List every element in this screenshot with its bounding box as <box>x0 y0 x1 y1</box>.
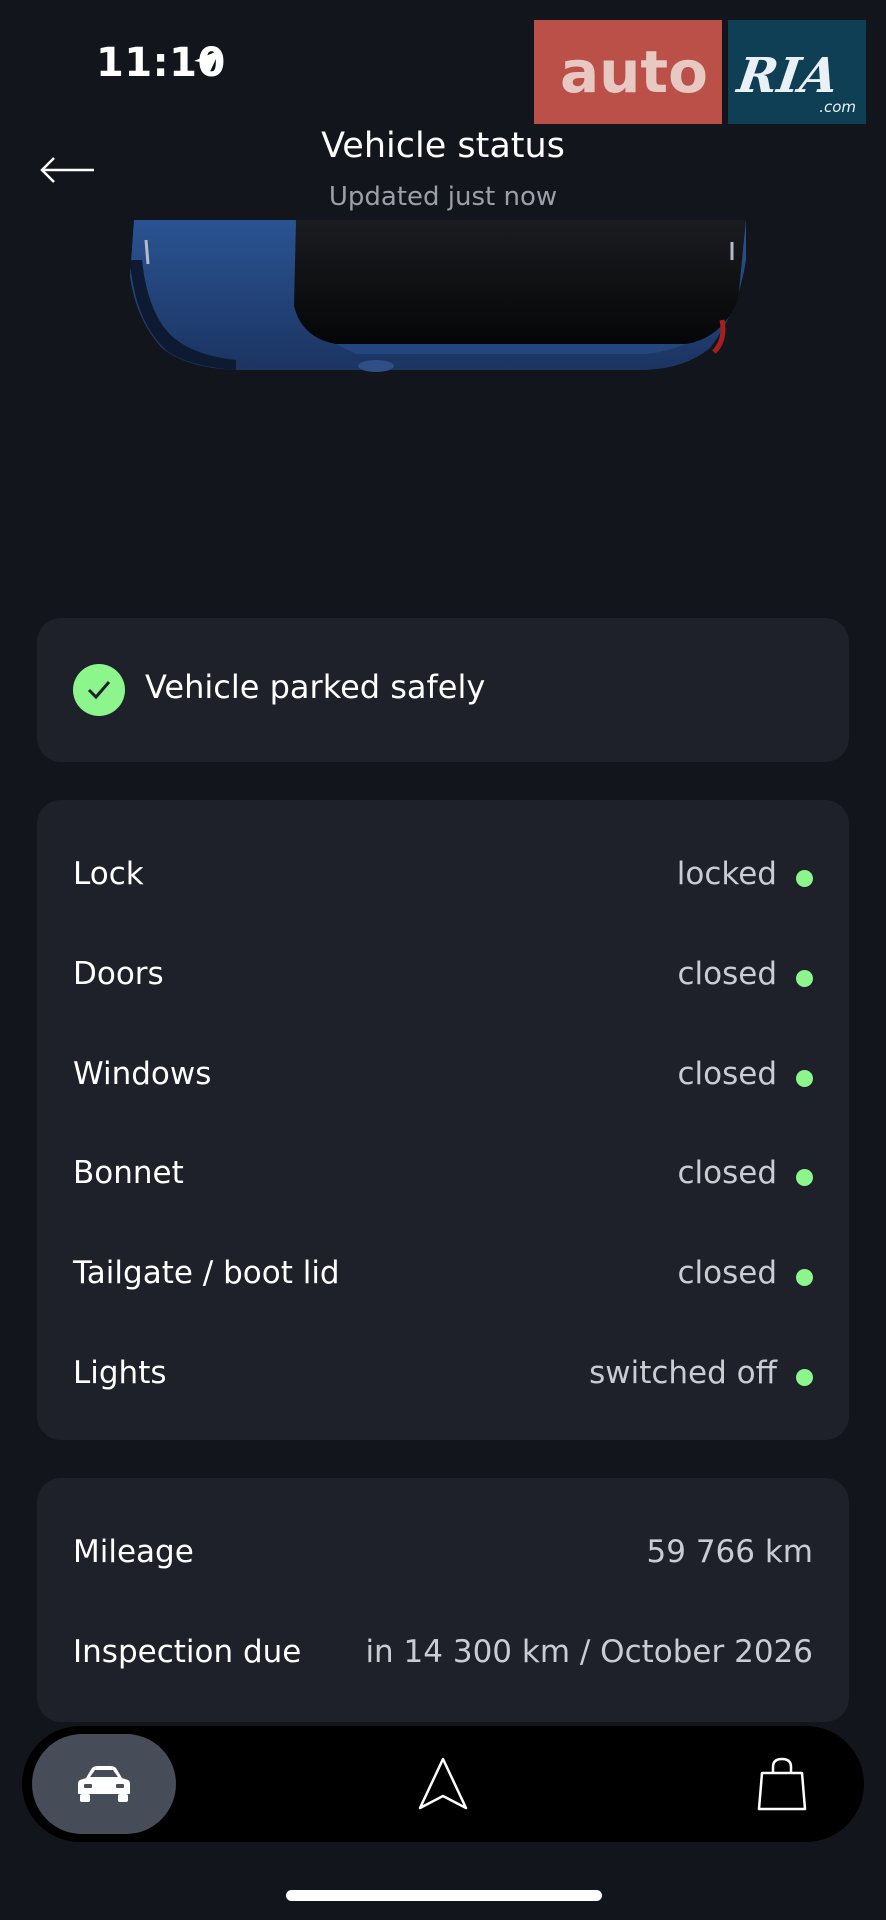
home-indicator[interactable] <box>286 1890 602 1901</box>
status-value: closed <box>677 1056 777 1092</box>
watermark-logo: auto RIA .com <box>534 20 866 124</box>
check-circle-icon <box>73 664 125 716</box>
status-ok-indicator <box>796 1369 813 1386</box>
status-row-windows: Windows closed <box>73 1046 813 1106</box>
status-label: Tailgate / boot lid <box>73 1255 340 1291</box>
status-ok-indicator <box>796 970 813 987</box>
parking-status-text: Vehicle parked safely <box>145 668 486 706</box>
page-title: Vehicle status <box>321 126 565 166</box>
page-subtitle: Updated just now <box>328 182 558 212</box>
status-ok-indicator <box>796 1070 813 1087</box>
info-value: 59 766 km <box>646 1534 813 1570</box>
shopping-bag-icon <box>757 1757 807 1811</box>
info-label: Mileage <box>73 1534 194 1570</box>
status-value: locked <box>676 856 777 892</box>
bottom-navigation <box>22 1726 864 1842</box>
info-row-inspection: Inspection due in 14 300 km / October 20… <box>73 1624 813 1684</box>
status-row-doors: Doors closed <box>73 946 813 1006</box>
status-label: Doors <box>73 956 164 992</box>
status-value: switched off <box>589 1355 777 1391</box>
watermark-domain: .com <box>819 98 856 116</box>
status-label: Bonnet <box>73 1155 184 1191</box>
vehicle-info-card: Mileage 59 766 km Inspection due in 14 3… <box>37 1478 849 1722</box>
watermark-ria: RIA .com <box>728 20 866 124</box>
watermark-ria-text: RIA <box>734 48 842 104</box>
status-row-bonnet: Bonnet closed <box>73 1145 813 1205</box>
status-row-lock: Lock locked <box>73 846 813 906</box>
nav-tab-vehicle[interactable] <box>32 1734 176 1834</box>
info-row-mileage: Mileage 59 766 km <box>73 1524 813 1584</box>
parking-status-card: Vehicle parked safely <box>37 618 849 762</box>
status-label: Lights <box>73 1355 167 1391</box>
info-label: Inspection due <box>73 1634 302 1670</box>
status-value: closed <box>677 1155 777 1191</box>
vehicle-status-list: Lock locked Doors closed Windows closed … <box>37 800 849 1440</box>
watermark-auto: auto <box>534 20 722 124</box>
nav-tab-shop[interactable] <box>710 1734 854 1834</box>
status-value: closed <box>677 1255 777 1291</box>
navigation-arrow-icon <box>418 1757 468 1810</box>
car-icon <box>78 1766 130 1802</box>
status-value: closed <box>677 956 777 992</box>
status-row-tailgate: Tailgate / boot lid closed <box>73 1245 813 1305</box>
status-ok-indicator <box>796 1269 813 1286</box>
info-value: in 14 300 km / October 2026 <box>365 1634 813 1670</box>
status-label: Lock <box>73 856 144 892</box>
status-label: Windows <box>73 1056 212 1092</box>
vehicle-image <box>130 220 746 372</box>
status-ok-indicator <box>796 1169 813 1186</box>
location-arrow-icon <box>194 50 220 76</box>
status-ok-indicator <box>796 870 813 887</box>
status-row-lights: Lights switched off <box>73 1345 813 1405</box>
nav-tab-navigation[interactable] <box>371 1734 515 1834</box>
